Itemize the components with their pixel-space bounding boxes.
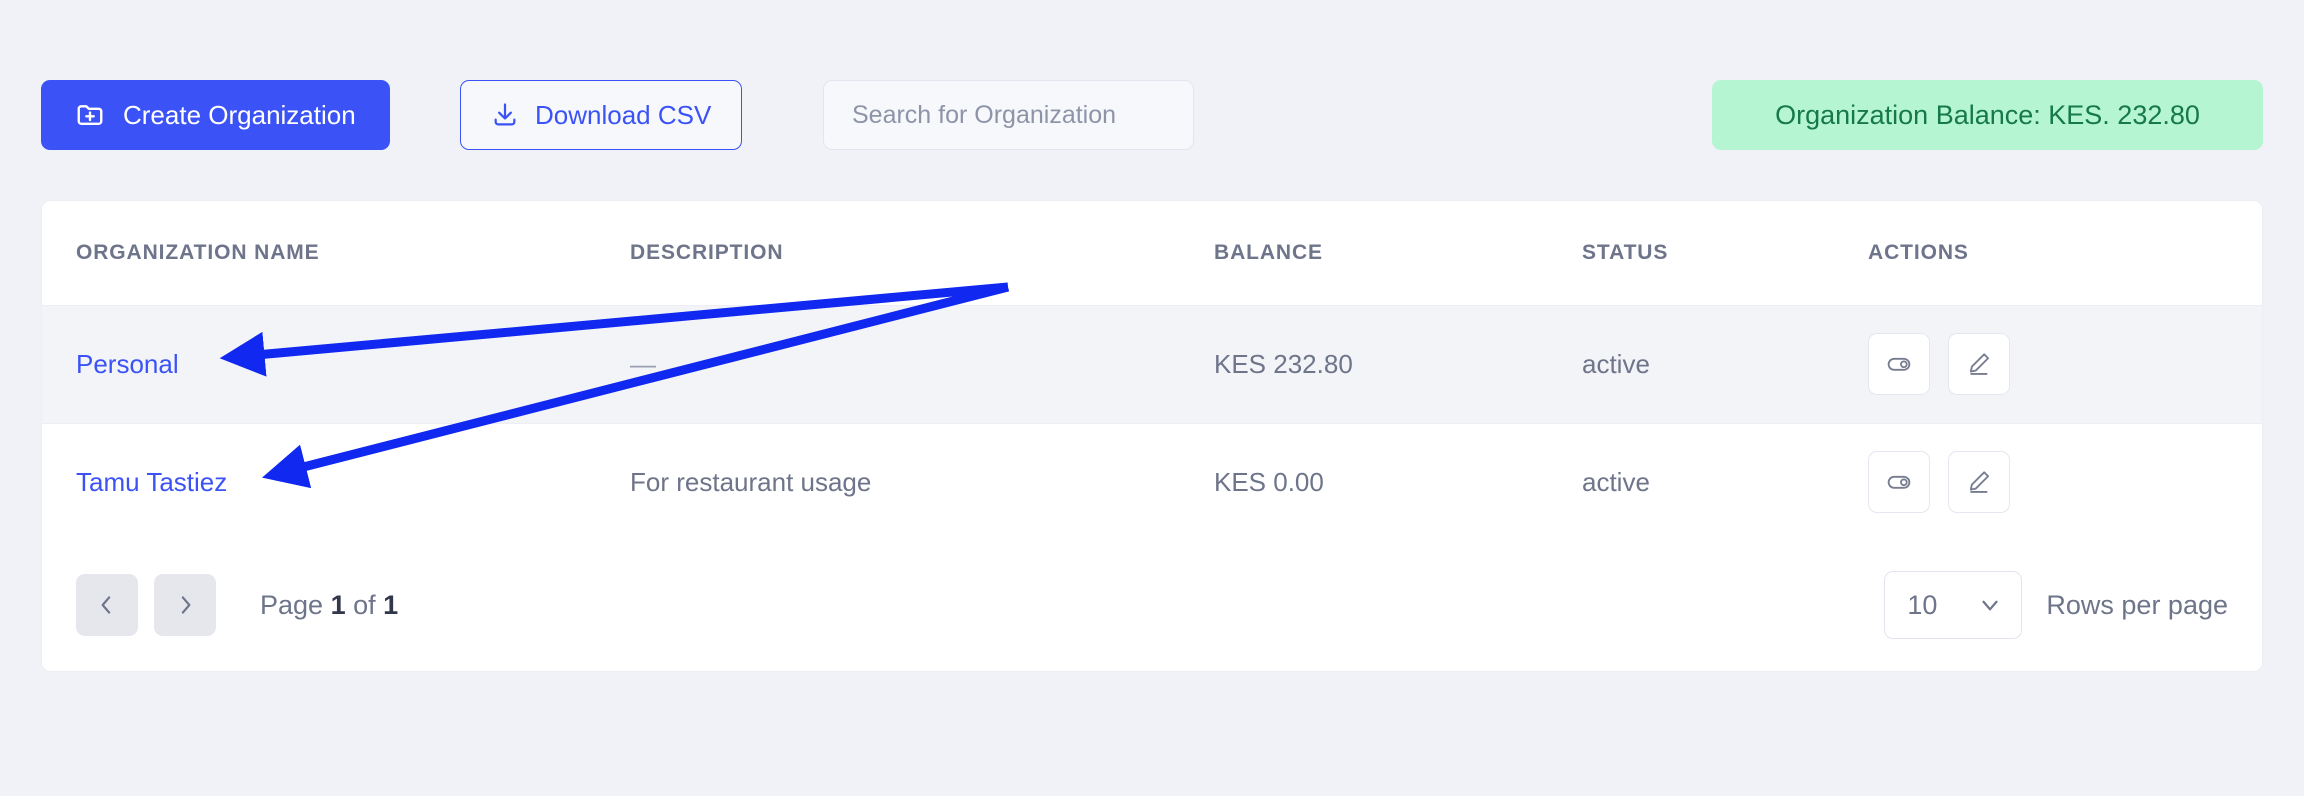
toggle-icon [1884, 467, 1914, 497]
cell-description: — [630, 305, 1214, 424]
rows-per-page-value: 10 [1907, 589, 1938, 620]
toggle-status-button[interactable] [1868, 451, 1930, 513]
rows-per-page-area: 10 Rows per page [1884, 571, 2228, 639]
create-organization-button[interactable]: Create Organization [41, 80, 390, 150]
page-current-number: 1 [330, 589, 346, 620]
toggle-icon [1884, 349, 1914, 379]
table-row: Tamu Tastiez For restaurant usage KES 0.… [42, 423, 2262, 542]
column-header-balance: BALANCE [1214, 201, 1582, 306]
page-prefix-label: Page [260, 589, 331, 620]
table-header-row: ORGANIZATION NAME DESCRIPTION BALANCE ST… [42, 201, 2262, 306]
toolbar: Create Organization Download CSV Organiz… [41, 80, 2263, 150]
organizations-page: Create Organization Download CSV Organiz… [0, 0, 2304, 796]
folder-plus-icon [75, 100, 105, 130]
edit-organization-button[interactable] [1948, 451, 2010, 513]
description-text: For restaurant usage [630, 466, 872, 497]
organizations-table-card: ORGANIZATION NAME DESCRIPTION BALANCE ST… [41, 200, 2263, 672]
organization-balance-text: Organization Balance: KES. 232.80 [1775, 99, 2200, 130]
chevron-down-icon [1977, 592, 2003, 618]
next-page-button[interactable] [154, 574, 216, 636]
cell-organization-name: Personal [42, 305, 630, 424]
search-field-wrapper [823, 80, 1194, 150]
cell-actions [1868, 305, 2262, 424]
organization-balance-badge: Organization Balance: KES. 232.80 [1712, 80, 2263, 150]
cell-description: For restaurant usage [630, 423, 1214, 542]
cell-status: active [1582, 423, 1868, 542]
description-text: — [630, 348, 656, 379]
download-icon [491, 101, 519, 129]
cell-balance: KES 232.80 [1214, 305, 1582, 424]
table-row: Personal — KES 232.80 active [42, 305, 2262, 424]
pagination-nav: Page 1 of 1 [76, 574, 398, 636]
page-total-number: 1 [383, 589, 399, 620]
organization-link[interactable]: Personal [76, 349, 179, 379]
chevron-right-icon [172, 592, 198, 618]
cell-organization-name: Tamu Tastiez [42, 423, 630, 542]
cell-balance: KES 0.00 [1214, 423, 1582, 542]
download-csv-button[interactable]: Download CSV [460, 80, 743, 150]
toggle-status-button[interactable] [1868, 333, 1930, 395]
cell-status: active [1582, 305, 1868, 424]
chevron-left-icon [94, 592, 120, 618]
previous-page-button[interactable] [76, 574, 138, 636]
edit-pencil-icon [1964, 467, 1994, 497]
rows-per-page-select[interactable]: 10 [1884, 571, 2023, 639]
column-header-description: DESCRIPTION [630, 201, 1214, 306]
create-organization-label: Create Organization [123, 99, 356, 130]
download-csv-label: Download CSV [535, 99, 712, 130]
column-header-status: STATUS [1582, 201, 1868, 306]
column-header-actions: ACTIONS [1868, 201, 2262, 306]
pagination-bar: Page 1 of 1 10 Rows per page [42, 539, 2262, 671]
search-input[interactable] [823, 80, 1194, 150]
edit-pencil-icon [1964, 349, 1994, 379]
page-middle-label: of [345, 589, 384, 620]
page-indicator: Page 1 of 1 [260, 590, 398, 621]
rows-per-page-label: Rows per page [2046, 589, 2228, 620]
column-header-organization-name: ORGANIZATION NAME [42, 201, 630, 306]
organization-link[interactable]: Tamu Tastiez [76, 467, 227, 497]
table-header: ORGANIZATION NAME DESCRIPTION BALANCE ST… [42, 201, 2262, 306]
organizations-table: ORGANIZATION NAME DESCRIPTION BALANCE ST… [42, 201, 2262, 542]
cell-actions [1868, 423, 2262, 542]
table-body: Personal — KES 232.80 active Tamu Tastie… [42, 305, 2262, 542]
edit-organization-button[interactable] [1948, 333, 2010, 395]
